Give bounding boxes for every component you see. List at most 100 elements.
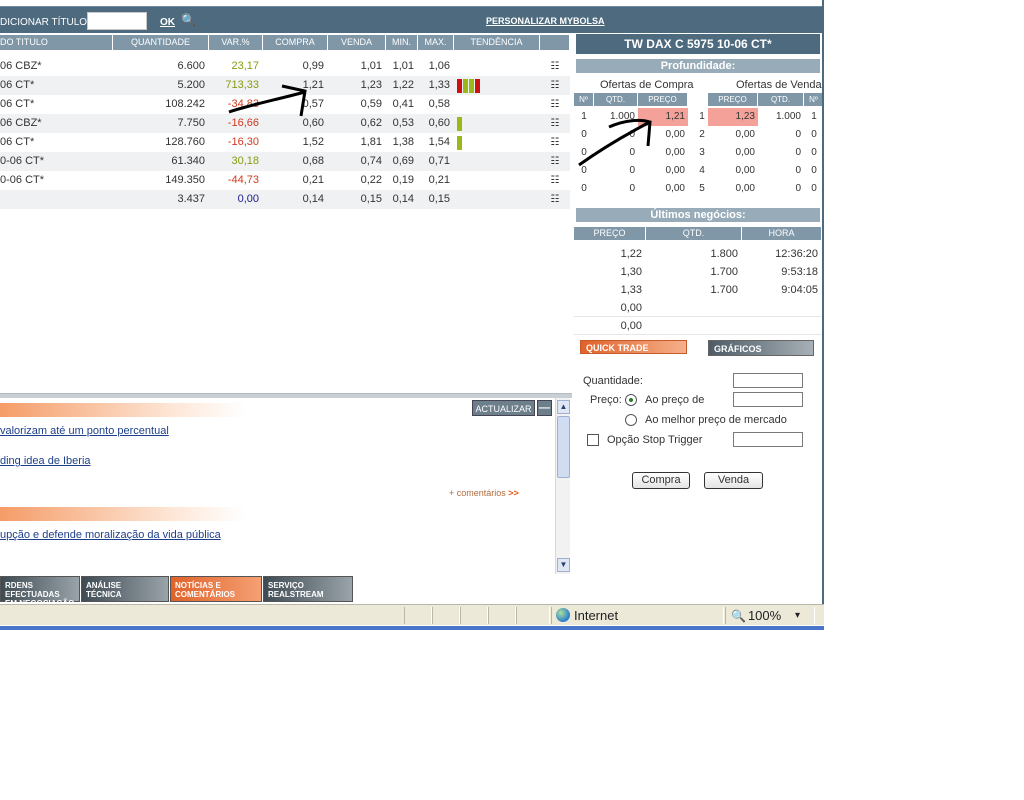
- news-link-2[interactable]: ding idea de Iberia: [0, 455, 91, 467]
- magnifier-icon[interactable]: 🔍: [181, 13, 196, 27]
- row-title[interactable]: [0, 190, 113, 209]
- options-grid-icon[interactable]: ☷: [540, 152, 570, 171]
- row-quantity: 7.750: [177, 117, 205, 129]
- row-max: 0,60: [428, 117, 450, 129]
- col-title[interactable]: DO TITULO: [0, 35, 113, 50]
- options-grid-icon[interactable]: ☷: [540, 114, 570, 133]
- row-title[interactable]: 06 CT*: [0, 133, 113, 152]
- row-title[interactable]: 06 CT*: [0, 95, 113, 114]
- quantity-label: Quantidade:: [583, 375, 643, 387]
- trade-qty: [646, 299, 742, 317]
- add-title-input[interactable]: [87, 12, 147, 30]
- options-grid-icon[interactable]: ☷: [540, 76, 570, 95]
- scroll-thumb[interactable]: [557, 416, 570, 478]
- quick-trade-tab[interactable]: QUICK TRADE: [580, 340, 687, 354]
- scroll-up-icon[interactable]: ▲: [557, 400, 570, 414]
- table-row[interactable]: 0-06 CT* 149.350 -44,73 0,21 0,22 0,19 0,21 ☷: [0, 171, 570, 190]
- last-trades-body: 1,22 1.800 12:36:20 1,30 1.700 9:53:18 1,33 1.7…: [574, 245, 822, 335]
- news-link-3[interactable]: upção e defende moralização da vida públ…: [0, 529, 221, 541]
- col-sell[interactable]: VENDA: [328, 35, 386, 50]
- table-row[interactable]: 06 CBZ* 6.600 23,17 0,99 1,01 1,01 1,06 ☷: [0, 57, 570, 76]
- buy-button[interactable]: Compra: [632, 472, 690, 489]
- add-title-label: DICIONAR TÍTULO: [0, 17, 88, 28]
- col-quantity[interactable]: QUANTIDADE: [113, 35, 209, 50]
- ok-button[interactable]: OK: [160, 17, 175, 28]
- scroll-down-icon[interactable]: ▼: [557, 558, 570, 572]
- tab-realstream[interactable]: SERVIÇO REALSTREAM: [263, 576, 353, 602]
- depth-index: 3: [699, 147, 705, 158]
- depth-buy-price[interactable]: 1,21: [638, 108, 688, 126]
- options-grid-icon[interactable]: ☷: [540, 133, 570, 152]
- depth-gap: [688, 108, 696, 126]
- row-title[interactable]: 06 CT*: [0, 76, 113, 95]
- depth-buy-price[interactable]: 0,00: [638, 144, 688, 162]
- col-trend[interactable]: TENDÊNCIA: [454, 35, 540, 50]
- tab-realstream-line2: REALSTREAM: [268, 590, 324, 599]
- at-price-radio[interactable]: [625, 394, 637, 406]
- trade-row: 1,33 1.700 9:04:05: [574, 281, 822, 299]
- row-title[interactable]: 06 CBZ*: [0, 114, 113, 133]
- price-input[interactable]: [733, 392, 803, 407]
- row-min: 0,41: [392, 98, 414, 110]
- news-link-1[interactable]: valorizam até um ponto percentual: [0, 425, 169, 437]
- row-title[interactable]: 0-06 CT*: [0, 152, 113, 171]
- news-scrollbar[interactable]: ▲ ▼: [555, 398, 570, 574]
- col-min[interactable]: MIN.: [386, 35, 418, 50]
- price-label: Preço:: [590, 394, 622, 406]
- depth-sell-price[interactable]: 1,23: [708, 108, 758, 126]
- tab-news-line1: NOTÍCIAS E: [175, 581, 221, 590]
- stop-trigger-input[interactable]: [733, 432, 803, 447]
- depth-sell-qty: 0: [795, 183, 801, 194]
- zoom-dropdown-icon[interactable]: ▾: [795, 610, 800, 621]
- tab-orders[interactable]: RDENS EFECTUADASEM NEGOCIAÇÃO: [0, 576, 80, 608]
- row-quantity: 149.350: [165, 174, 205, 186]
- row-trend: [454, 152, 540, 171]
- row-title[interactable]: 0-06 CT*: [0, 171, 113, 190]
- row-sell: 0,62: [360, 117, 382, 129]
- depth-sell-qty: 1.000: [775, 111, 801, 122]
- depth-sell-price[interactable]: 0,00: [708, 180, 758, 198]
- zoom-control[interactable]: 🔍 100%: [731, 608, 781, 623]
- quantity-input[interactable]: [733, 373, 803, 388]
- col-buy[interactable]: COMPRA: [263, 35, 328, 50]
- comments-label: + comentários: [449, 488, 506, 498]
- table-row[interactable]: 06 CT* 108.242 -34,83 0,57 0,59 0,41 0,58 ☷: [0, 95, 570, 114]
- graphs-tab[interactable]: GRÁFICOS: [708, 340, 814, 356]
- depth-sell-price[interactable]: 0,00: [708, 162, 758, 180]
- options-grid-icon[interactable]: ☷: [540, 171, 570, 190]
- row-max: 0,71: [428, 155, 450, 167]
- depth-col-gap: [688, 93, 696, 106]
- depth-buy-price[interactable]: 0,00: [638, 126, 688, 144]
- options-grid-icon[interactable]: ☷: [540, 190, 570, 209]
- depth-buy-qty: 0: [629, 165, 635, 176]
- depth-sell-price[interactable]: 0,00: [708, 144, 758, 162]
- depth-sell-price[interactable]: 0,00: [708, 126, 758, 144]
- row-quantity: 128.760: [165, 136, 205, 148]
- options-grid-icon[interactable]: ☷: [540, 57, 570, 76]
- row-title[interactable]: 06 CBZ*: [0, 57, 113, 76]
- depth-buy-price[interactable]: 0,00: [638, 180, 688, 198]
- tab-news[interactable]: NOTÍCIAS E COMENTÁRIOS: [170, 576, 262, 602]
- market-price-radio[interactable]: [625, 414, 637, 426]
- row-quantity: 6.600: [177, 60, 205, 72]
- update-button[interactable]: ACTUALIZAR: [472, 400, 535, 416]
- minimize-button[interactable]: —: [537, 400, 552, 416]
- table-row[interactable]: 3.437 0,00 0,14 0,15 0,14 0,15 ☷: [0, 190, 570, 209]
- stop-trigger-checkbox[interactable]: [587, 434, 599, 446]
- tab-technical-analysis[interactable]: ANÁLISE TÉCNICA: [81, 576, 169, 602]
- depth-buy-price[interactable]: 0,00: [638, 162, 688, 180]
- sell-offers-label: Ofertas de Venda: [736, 79, 822, 91]
- table-row[interactable]: 0-06 CT* 61.340 30,18 0,68 0,74 0,69 0,71 ☷: [0, 152, 570, 171]
- table-row[interactable]: 06 CT* 5.200 713,33 1,21 1,23 1,22 1,33 ☷: [0, 76, 570, 95]
- comments-link[interactable]: + comentários >>: [449, 488, 519, 498]
- col-variation[interactable]: VAR.%: [209, 35, 263, 50]
- sell-button[interactable]: Venda: [704, 472, 763, 489]
- options-grid-icon[interactable]: ☷: [540, 95, 570, 114]
- trade-price: 1,33: [620, 284, 642, 296]
- col-max[interactable]: MAX.: [418, 35, 454, 50]
- depth-buy-qty: 0: [629, 147, 635, 158]
- table-row[interactable]: 06 CT* 128.760 -16,30 1,52 1,81 1,38 1,54 ☷: [0, 133, 570, 152]
- table-row[interactable]: 06 CBZ* 7.750 -16,66 0,60 0,62 0,53 0,60 ☷: [0, 114, 570, 133]
- personalize-link[interactable]: PERSONALIZAR MYBOLSA: [486, 16, 605, 26]
- top-toolbar: DICIONAR TÍTULO OK 🔍 PERSONALIZAR MYBOLS…: [0, 6, 824, 33]
